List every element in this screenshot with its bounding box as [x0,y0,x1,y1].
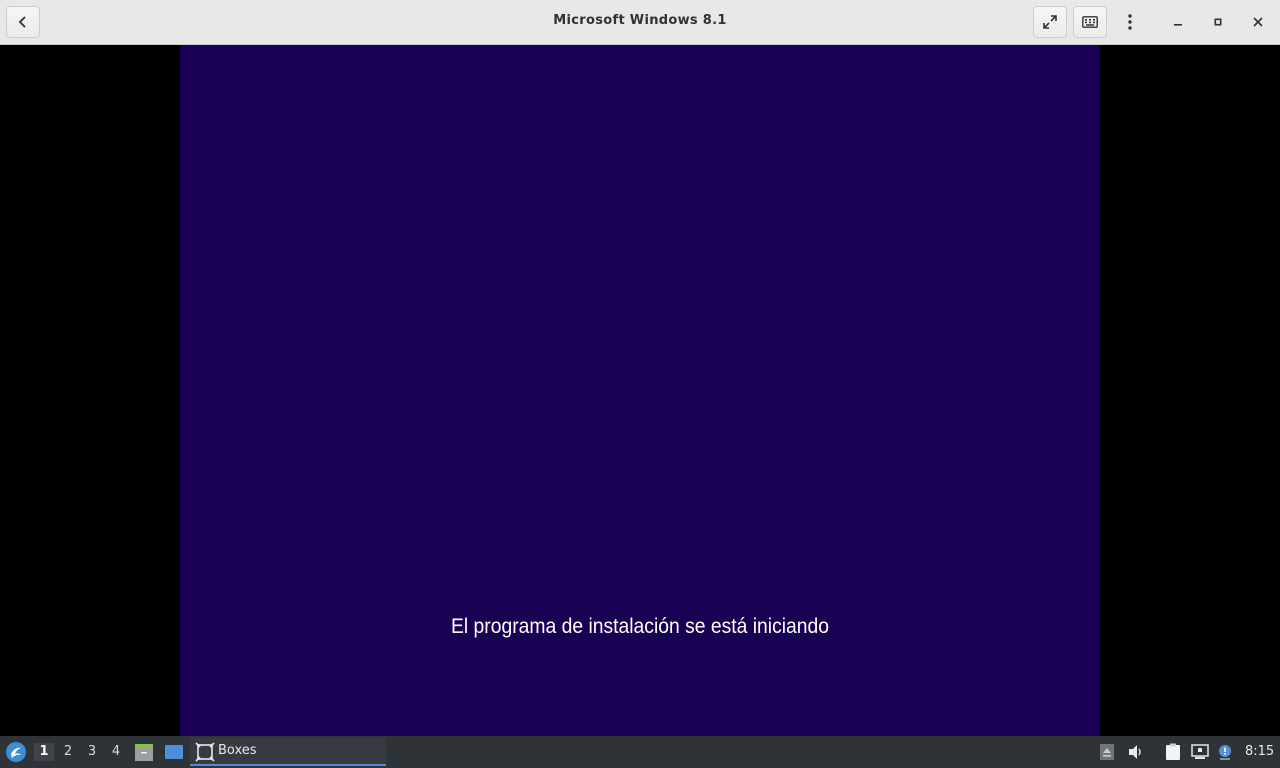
minimize-button[interactable] [1166,10,1190,34]
network-icon [1191,744,1209,759]
boxes-app-icon [195,742,215,762]
keyboard-icon [1082,16,1098,28]
workspace-4[interactable]: 4 [106,743,126,761]
tray-volume-button[interactable] [1126,742,1146,762]
window-titlebar: Microsoft Windows 8.1 [0,0,1280,45]
vm-display-area[interactable]: El programa de instalación se está inici… [0,45,1280,736]
taskbar-clock[interactable]: 8:15 [1245,744,1274,759]
eject-icon [1100,744,1114,760]
notification-icon [1219,745,1231,760]
taskbar-item-boxes[interactable]: Boxes [190,738,386,766]
workspace-1[interactable]: 1 [34,743,54,761]
clipboard-icon [1166,743,1180,760]
kebab-menu-icon [1128,14,1132,30]
tray-network-button[interactable] [1190,742,1210,762]
setup-status-text: El programa de instalación se está inici… [450,615,830,638]
minimize-icon [1174,24,1182,26]
properties-menu-button[interactable] [1113,6,1147,38]
tray-notification-button[interactable] [1215,742,1235,762]
tray-clipboard-button[interactable] [1163,742,1183,762]
speaker-icon [1129,745,1141,759]
distro-logo-icon [6,742,26,762]
fullscreen-icon [1043,15,1057,29]
tray-eject-button[interactable] [1097,742,1117,762]
desktop-icon [165,745,183,759]
workspace-3[interactable]: 3 [82,743,102,761]
start-menu-button[interactable] [4,740,28,764]
maximize-icon [1214,18,1222,26]
close-icon [1253,17,1263,27]
taskbar: 1 2 3 4 Boxes 8:15 [0,736,1280,768]
maximize-button[interactable] [1206,10,1230,34]
file-manager-launcher[interactable] [133,742,155,762]
send-keys-button[interactable] [1073,6,1107,38]
workspace-2[interactable]: 2 [58,743,78,761]
taskbar-item-label: Boxes [218,743,257,758]
close-button[interactable] [1246,10,1270,34]
file-cabinet-icon [135,744,153,761]
vm-screen[interactable]: El programa de instalación se está inici… [180,45,1100,736]
fullscreen-button[interactable] [1033,6,1067,38]
show-desktop-button[interactable] [163,742,185,762]
